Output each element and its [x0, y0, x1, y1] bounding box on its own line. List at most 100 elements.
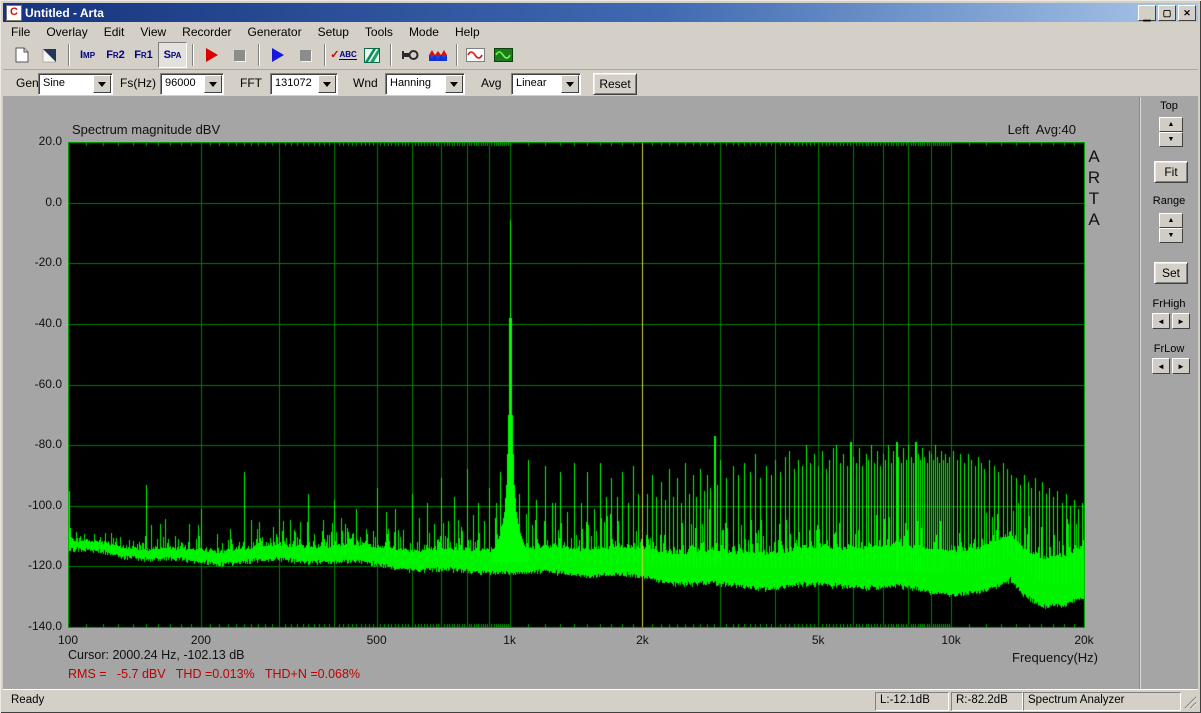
range-down-button[interactable]: ▼ — [1159, 228, 1183, 243]
chevron-down-icon — [323, 82, 331, 91]
fr1-mode-button[interactable]: Fr1 — [130, 43, 157, 67]
x-tick-label: 2k — [612, 633, 672, 647]
fft-size-dropdown-button[interactable] — [318, 75, 336, 93]
menu-help[interactable]: Help — [447, 23, 488, 41]
signal-levels-button[interactable] — [424, 43, 451, 67]
window-title: Untitled - Arta — [25, 6, 104, 20]
frlow-left-button[interactable]: ◄ — [1152, 358, 1170, 374]
x-tick-label: 100 — [38, 633, 98, 647]
spectrum-plot[interactable] — [68, 142, 1085, 628]
gen-label: Gen — [16, 76, 39, 90]
record-stop-button[interactable] — [226, 43, 253, 67]
wnd-label: Wnd — [353, 76, 378, 90]
watermark-letter: T — [1086, 188, 1102, 209]
top-label: Top — [1141, 100, 1197, 112]
status-bar: Ready L:-12.1dB R:-82.2dB Spectrum Analy… — [3, 689, 1198, 710]
arta-watermark: ARTA — [1086, 146, 1102, 230]
x-axis-label: Frequency(Hz) — [958, 650, 1098, 665]
fft-size-select[interactable]: 131072 — [270, 73, 338, 95]
generator-start-button[interactable] — [264, 43, 291, 67]
y-tick-label: 20.0 — [4, 134, 62, 148]
averaging-dropdown-button[interactable] — [561, 75, 579, 93]
menu-setup[interactable]: Setup — [310, 23, 357, 41]
app-icon[interactable]: C — [6, 5, 22, 21]
toolbar-separator — [390, 44, 392, 66]
top-down-button[interactable]: ▼ — [1159, 132, 1183, 147]
sample-rate-select[interactable]: 96000 — [160, 73, 224, 95]
x-tick-label: 200 — [171, 633, 231, 647]
window-function-select[interactable]: Hanning — [385, 73, 465, 95]
microphone-icon — [401, 49, 419, 61]
menu-edit[interactable]: Edit — [96, 23, 133, 41]
reset-button-label: Reset — [599, 77, 630, 91]
menu-file[interactable]: File — [3, 23, 38, 41]
avg-label: Avg — [481, 76, 501, 90]
menu-mode[interactable]: Mode — [401, 23, 447, 41]
thd-vs-freq-button[interactable] — [462, 43, 489, 67]
minimize-button[interactable]: ▁ — [1138, 5, 1156, 21]
record-start-button[interactable] — [198, 43, 225, 67]
controls-bar: Gen Sine Fs(Hz) 96000 FFT 131072 Wnd Han… — [3, 70, 1198, 96]
y-tick-label: -20.0 — [4, 255, 62, 269]
green-chart-icon — [364, 48, 380, 63]
x-tick-label: 500 — [347, 633, 407, 647]
sample-rate-dropdown-button[interactable] — [204, 75, 222, 93]
toolbar-separator — [258, 44, 260, 66]
close-button[interactable]: ✕ — [1178, 5, 1196, 21]
y-tick-label: -60.0 — [4, 377, 62, 391]
menu-recorder[interactable]: Recorder — [174, 23, 239, 41]
maximize-button[interactable]: ▢ — [1158, 5, 1176, 21]
status-ready-text: Ready — [11, 694, 44, 706]
generator-play-icon — [272, 48, 284, 62]
generator-type-dropdown-button[interactable] — [93, 75, 111, 93]
frhigh-right-button[interactable]: ► — [1172, 313, 1190, 329]
range-up-button[interactable]: ▲ — [1159, 213, 1183, 228]
watermark-letter: A — [1086, 146, 1102, 167]
overlay-button[interactable] — [36, 43, 63, 67]
menu-bar: FileOverlayEditViewRecorderGeneratorSetu… — [3, 22, 1198, 41]
reset-button[interactable]: Reset — [593, 73, 637, 95]
calibrate-button[interactable]: ✓ABC — [330, 43, 357, 67]
resize-grip[interactable] — [1183, 695, 1196, 708]
generator-type-select[interactable]: Sine — [38, 73, 113, 95]
record-stop-icon — [234, 50, 245, 61]
chevron-down-icon — [209, 82, 217, 91]
red-sine-icon — [466, 48, 485, 62]
averaging-value: Linear — [516, 77, 547, 89]
set-button[interactable]: Set — [1154, 262, 1188, 284]
left-level-indicator: L:-12.1dB — [875, 692, 949, 711]
fr2-mode-button[interactable]: Fr2 — [102, 43, 129, 67]
fit-button-label: Fit — [1164, 165, 1177, 179]
calibrate-abc-icon: ✓ABC — [330, 50, 357, 60]
watermark-letter: R — [1086, 167, 1102, 188]
arta-window: C Untitled - Arta ▁ ▢ ✕ FileOverlayEditV… — [0, 0, 1201, 713]
analysis-window-button[interactable] — [358, 43, 385, 67]
top-up-button[interactable]: ▲ — [1159, 117, 1183, 132]
frlow-right-button[interactable]: ► — [1172, 358, 1190, 374]
impulse-mode-button[interactable]: Imp — [74, 43, 101, 67]
toolbar: Imp Fr2 Fr1 Spa ✓ABC — [3, 41, 1198, 70]
thd-vs-ampl-button[interactable] — [490, 43, 517, 67]
y-tick-label: -140.0 — [4, 619, 62, 633]
menu-tools[interactable]: Tools — [357, 23, 401, 41]
spa-mode-button[interactable]: Spa — [158, 42, 187, 68]
menu-generator[interactable]: Generator — [240, 23, 310, 41]
frhigh-label: FrHigh — [1141, 298, 1197, 310]
toolbar-separator — [456, 44, 458, 66]
title-bar[interactable]: C Untitled - Arta ▁ ▢ ✕ — [3, 3, 1198, 22]
microphone-setup-button[interactable] — [396, 43, 423, 67]
mode-indicator: Spectrum Analyzer — [1023, 692, 1181, 711]
frhigh-left-button[interactable]: ◄ — [1152, 313, 1170, 329]
toolbar-separator — [192, 44, 194, 66]
impulse-mode-label: Imp — [80, 49, 95, 61]
new-file-button[interactable] — [8, 43, 35, 67]
fit-button[interactable]: Fit — [1154, 161, 1188, 183]
record-play-icon — [206, 48, 218, 62]
generator-stop-button[interactable] — [292, 43, 319, 67]
averaging-select[interactable]: Linear — [511, 73, 581, 95]
window-function-dropdown-button[interactable] — [445, 75, 463, 93]
menu-overlay[interactable]: Overlay — [38, 23, 95, 41]
watermark-letter: A — [1086, 209, 1102, 230]
menu-view[interactable]: View — [132, 23, 174, 41]
y-tick-label: -120.0 — [4, 558, 62, 572]
